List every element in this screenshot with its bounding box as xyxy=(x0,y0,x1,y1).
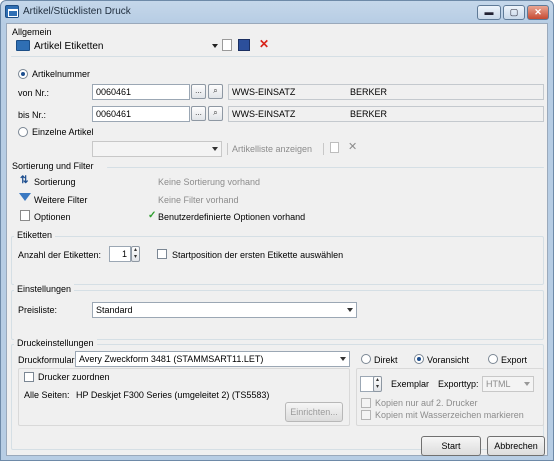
abbrechen-button[interactable]: Abbrechen xyxy=(487,436,545,456)
exporttyp-select: HTML xyxy=(482,376,534,392)
startposition-checkbox[interactable] xyxy=(157,249,167,259)
artikelliste-button: Artikelliste anzeigen xyxy=(232,144,313,154)
printer-name: HP Deskjet F300 Series (umgeleitet 2) (T… xyxy=(76,390,270,400)
radio-voransicht[interactable] xyxy=(414,354,424,364)
options-status: Benutzerdefinierte Optionen vorhand xyxy=(158,212,306,222)
app-icon xyxy=(5,5,19,18)
von-desc-text: WWS-EINSATZ xyxy=(232,87,296,97)
voransicht-label: Voransicht xyxy=(427,355,470,365)
bis-description: WWS-EINSATZ BERKER xyxy=(228,106,544,122)
kopien-wz-checkbox xyxy=(361,410,371,420)
weitere-filter-link[interactable]: Weitere Filter xyxy=(34,195,87,205)
optionen-link[interactable]: Optionen xyxy=(34,212,71,222)
delete-icon[interactable]: ✕ xyxy=(259,37,269,51)
filter-status: Keine Filter vorhand xyxy=(158,195,239,205)
radio-artikelnummer[interactable] xyxy=(18,69,28,79)
radio-direkt[interactable] xyxy=(361,354,371,364)
druck-title: Druckeinstellungen xyxy=(14,338,97,348)
von-description: WWS-EINSATZ BERKER xyxy=(228,84,544,100)
options-icon xyxy=(20,210,30,221)
new-list-icon xyxy=(330,142,339,153)
einzelne-artikel-combo xyxy=(92,141,222,157)
kopien-wz-label: Kopien mit Wasserzeichen markieren xyxy=(375,410,524,420)
radio-einzelne-artikel[interactable] xyxy=(18,127,28,137)
von-input[interactable]: 0060461 xyxy=(92,84,190,100)
von-search-icon[interactable]: ⌕ xyxy=(208,84,223,99)
radio-export[interactable] xyxy=(488,354,498,364)
bis-browse-button[interactable]: ... xyxy=(191,106,206,121)
anzahl-label: Anzahl der Etiketten: xyxy=(18,250,102,260)
title-bar: Artikel/Stücklisten Druck ▬ ▢ ✕ xyxy=(1,1,553,23)
kopien-2-label: Kopien nur auf 2. Drucker xyxy=(375,398,478,408)
preisliste-label: Preisliste: xyxy=(18,305,58,315)
alle-seiten-label: Alle Seiten: xyxy=(24,390,70,400)
bis-desc-text: WWS-EINSATZ xyxy=(232,109,296,119)
template-select[interactable]: Artikel Etiketten xyxy=(34,41,103,52)
etiketten-title: Etiketten xyxy=(14,230,56,240)
direkt-label: Direkt xyxy=(374,355,398,365)
sortierung-divider xyxy=(107,167,544,168)
sort-icon: ⇅ xyxy=(20,175,29,186)
von-label: von Nr.: xyxy=(18,88,50,98)
druckformular-chevron-down-icon xyxy=(340,357,346,361)
einstellungen-title: Einstellungen xyxy=(14,284,75,294)
preisliste-chevron-down-icon xyxy=(347,308,353,312)
sortierung-status: Keine Sortierung vorhand xyxy=(158,177,261,187)
preisliste-value: Standard xyxy=(96,305,133,315)
allgemein-divider xyxy=(11,56,544,57)
sortierung-link[interactable]: Sortierung xyxy=(34,177,76,187)
exporttyp-chevron-down-icon xyxy=(524,382,530,386)
startposition-label: Startposition der ersten Etikette auswäh… xyxy=(172,250,344,260)
exemplar-label: Exemplar xyxy=(391,379,430,389)
von-browse-button[interactable]: ... xyxy=(191,84,206,99)
exemplar-stepper[interactable]: ▴ ▾ xyxy=(373,376,382,392)
dialog-client: Allgemein Artikel Etiketten ✕ Artikelnum… xyxy=(6,23,548,456)
bis-label: bis Nr.: xyxy=(18,110,47,120)
window-title: Artikel/Stücklisten Druck xyxy=(23,6,131,17)
von-brand-text: BERKER xyxy=(350,87,388,97)
export-label: Export xyxy=(501,355,528,365)
remove-list-icon: ✕ xyxy=(348,141,358,153)
einzelne-chevron-down-icon xyxy=(212,147,218,151)
bis-input[interactable]: 0060461 xyxy=(92,106,190,122)
template-icon xyxy=(16,40,30,51)
minimize-button[interactable]: ▬ xyxy=(477,5,501,20)
sortierung-title: Sortierung und Filter xyxy=(12,161,94,171)
exporttyp-value: HTML xyxy=(486,379,511,389)
etiketten-group: Etiketten xyxy=(11,230,544,285)
new-document-icon[interactable] xyxy=(222,39,232,51)
druckformular-value: Avery Zweckform 3481 (STAMMSART11.LET) xyxy=(79,354,264,364)
anzahl-stepper[interactable]: ▴ ▾ xyxy=(131,246,140,262)
einrichten-button[interactable]: Einrichten... xyxy=(285,402,343,422)
template-chevron-down-icon[interactable] xyxy=(212,44,218,48)
maximize-button[interactable]: ▢ xyxy=(503,5,525,20)
druckformular-select[interactable]: Avery Zweckform 3481 (STAMMSART11.LET) xyxy=(75,351,350,367)
toolbar-separator-2 xyxy=(323,143,324,155)
exporttyp-label: Exporttyp: xyxy=(438,379,479,389)
save-icon[interactable] xyxy=(238,39,250,51)
druckformular-label: Druckformular: xyxy=(18,355,78,365)
preisliste-select[interactable]: Standard xyxy=(92,302,357,318)
close-button[interactable]: ✕ xyxy=(527,5,549,20)
bis-brand-text: BERKER xyxy=(350,109,388,119)
artikelnummer-label: Artikelnummer xyxy=(32,69,91,79)
check-icon: ✓ xyxy=(148,210,157,221)
kopien-2-checkbox xyxy=(361,398,371,408)
einzelne-artikel-label: Einzelne Artikel xyxy=(32,127,94,137)
toolbar-separator xyxy=(227,143,228,155)
dialog-window: Artikel/Stücklisten Druck ▬ ▢ ✕ Allgemei… xyxy=(0,0,554,461)
filter-icon xyxy=(19,193,31,201)
anzahl-input[interactable]: 1 xyxy=(109,246,131,262)
start-button[interactable]: Start xyxy=(421,436,481,456)
allgemein-title: Allgemein xyxy=(12,27,52,37)
bis-search-icon[interactable]: ⌕ xyxy=(208,106,223,121)
